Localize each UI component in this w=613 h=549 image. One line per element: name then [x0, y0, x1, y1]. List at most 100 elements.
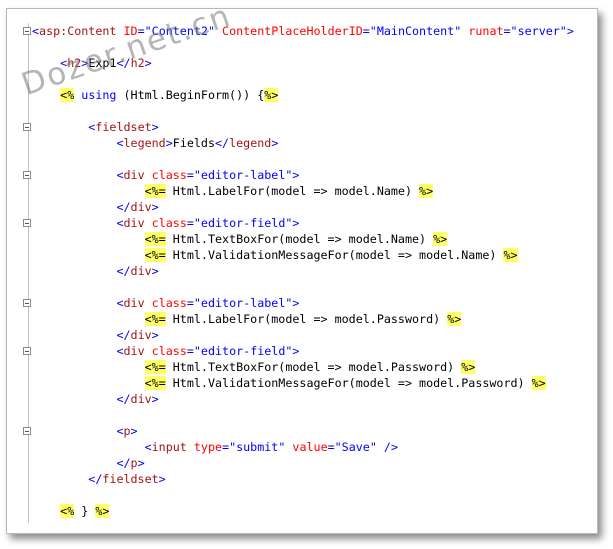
code-token: asp:Content	[39, 24, 117, 38]
collapse-toggle-icon[interactable]	[23, 219, 31, 227]
code-token: class	[151, 168, 187, 182]
code-token: Html.TextBoxFor(model => model.Password)	[165, 360, 462, 374]
code-line-text: </fieldset>	[32, 471, 166, 487]
code-token: %>	[447, 312, 462, 326]
code-line[interactable]: <%= Html.ValidationMessageFor(model => m…	[7, 247, 597, 263]
code-line[interactable]: <input type="submit" value="Save" />	[7, 439, 597, 455]
code-line-text: <div class="editor-label">	[32, 295, 299, 311]
collapse-toggle-icon[interactable]	[23, 171, 31, 179]
code-view[interactable]: <asp:Content ID="Content2" ContentPlaceH…	[7, 23, 597, 519]
code-line[interactable]: <p>	[7, 423, 597, 439]
code-token: Html.LabelFor(model => model.Name)	[165, 184, 420, 198]
code-line[interactable]: <%= Html.TextBoxFor(model => model.Name)…	[7, 231, 597, 247]
code-token: Html.ValidationMessageFor(model => model…	[165, 248, 504, 262]
collapse-toggle-icon[interactable]	[23, 27, 31, 35]
code-token: ="submit"	[222, 440, 286, 454]
code-line[interactable]: <% } %>	[7, 503, 597, 519]
code-token: class	[151, 296, 187, 310]
code-line-text: <%= Html.TextBoxFor(model => model.Name)…	[32, 231, 448, 247]
code-line[interactable]	[7, 39, 597, 55]
code-line[interactable]: </div>	[7, 263, 597, 279]
code-token: ID	[123, 24, 138, 38]
code-token: legend	[229, 136, 272, 150]
code-line[interactable]: </p>	[7, 455, 597, 471]
code-token: </	[88, 472, 103, 486]
code-token: >	[158, 472, 166, 486]
code-token: <%=	[144, 232, 166, 246]
code-line[interactable]	[7, 71, 597, 87]
code-token: >	[151, 328, 159, 342]
code-token: %>	[503, 248, 518, 262]
code-line-text: <h2>Exp1</h2>	[32, 55, 152, 71]
code-line[interactable]: <%= Html.ValidationMessageFor(model => m…	[7, 375, 597, 391]
code-line[interactable]: </div>	[7, 327, 597, 343]
code-token: Fields	[172, 136, 216, 150]
code-token: <	[144, 440, 152, 454]
code-line[interactable]: <asp:Content ID="Content2" ContentPlaceH…	[7, 23, 597, 39]
code-line[interactable]: <% using (Html.BeginForm()) {%>	[7, 87, 597, 103]
code-line[interactable]: <div class="editor-label">	[7, 295, 597, 311]
code-line[interactable]: <legend>Fields</legend>	[7, 135, 597, 151]
code-line-text: <%= Html.ValidationMessageFor(model => m…	[32, 247, 518, 263]
code-line[interactable]	[7, 407, 597, 423]
code-token: </	[116, 56, 131, 70]
code-line[interactable]: <div class="editor-field">	[7, 343, 597, 359]
code-token: legend	[123, 136, 166, 150]
code-token: >	[566, 24, 574, 38]
code-token: ContentPlaceHolderID	[222, 24, 363, 38]
code-line-text: </div>	[32, 263, 159, 279]
code-token: ="editor-field"	[186, 216, 293, 230]
code-token: <	[116, 216, 124, 230]
code-line[interactable]: <fieldset>	[7, 119, 597, 135]
code-token: <%=	[144, 184, 166, 198]
code-token: >	[151, 264, 159, 278]
collapse-toggle-icon[interactable]	[23, 123, 31, 131]
collapse-toggle-icon[interactable]	[23, 427, 31, 435]
code-token: <%	[60, 504, 75, 518]
code-line[interactable]: <h2>Exp1</h2>	[7, 55, 597, 71]
code-line-text: <div class="editor-label">	[32, 167, 299, 183]
code-line[interactable]: </div>	[7, 391, 597, 407]
code-token: %>	[433, 232, 448, 246]
code-token: <	[116, 344, 124, 358]
code-line[interactable]: </div>	[7, 199, 597, 215]
code-token: ="editor-label"	[186, 296, 293, 310]
code-line[interactable]	[7, 103, 597, 119]
code-line[interactable]: <%= Html.TextBoxFor(model => model.Passw…	[7, 359, 597, 375]
collapse-toggle-icon[interactable]	[23, 299, 31, 307]
code-line[interactable]: </fieldset>	[7, 471, 597, 487]
code-token: (Html.BeginForm()) {	[116, 88, 265, 102]
code-line[interactable]: <%= Html.LabelFor(model => model.Name) %…	[7, 183, 597, 199]
code-token: %>	[531, 376, 546, 390]
code-line[interactable]: <%= Html.LabelFor(model => model.Passwor…	[7, 311, 597, 327]
code-line[interactable]: <div class="editor-field">	[7, 215, 597, 231]
code-token: <%=	[144, 360, 166, 374]
code-line[interactable]	[7, 487, 597, 503]
code-line[interactable]	[7, 279, 597, 295]
code-token: >	[151, 392, 159, 406]
code-token: </	[215, 136, 230, 150]
collapse-toggle-icon[interactable]	[23, 347, 31, 355]
code-token: <	[116, 296, 124, 310]
code-line[interactable]: <div class="editor-label">	[7, 167, 597, 183]
code-token: <%=	[144, 376, 166, 390]
code-token: </	[116, 264, 131, 278]
code-line-text: </div>	[32, 391, 159, 407]
code-line[interactable]	[7, 151, 597, 167]
code-line-text: </div>	[32, 199, 158, 215]
code-token: />	[383, 440, 398, 454]
code-line-text: <p>	[32, 423, 137, 439]
